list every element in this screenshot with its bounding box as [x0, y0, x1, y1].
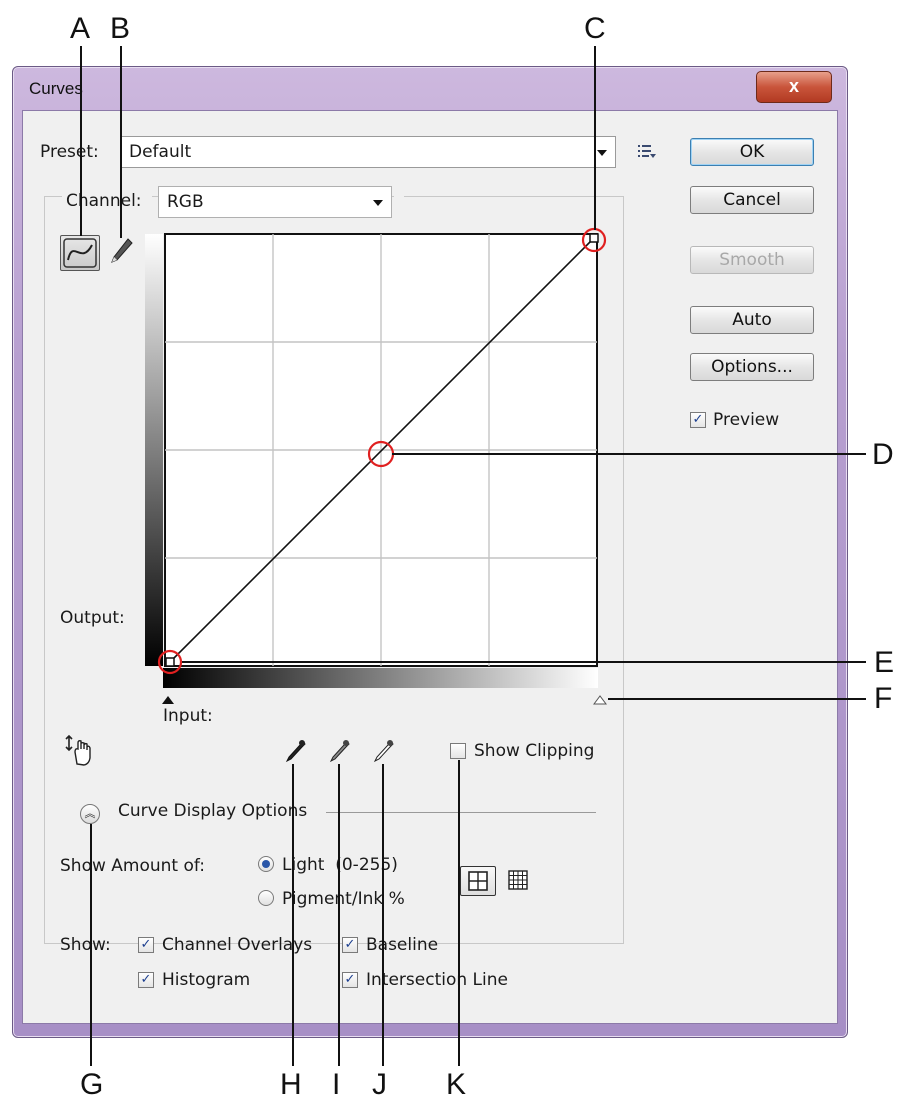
show-label: Show:: [60, 935, 111, 955]
preset-options-icon[interactable]: [636, 142, 658, 162]
leader-line-d: [392, 453, 866, 455]
leader-line-j: [382, 764, 384, 1066]
channel-overlays-label: Channel Overlays: [162, 935, 313, 955]
callout-e: E: [874, 646, 895, 679]
callout-k: K: [446, 1068, 467, 1101]
callout-d: D: [872, 438, 894, 471]
black-input-slider: [162, 696, 174, 704]
black-point-eyedropper-icon[interactable]: [282, 738, 308, 766]
on-image-adjustment-icon[interactable]: [64, 734, 96, 768]
callout-a: A: [70, 12, 91, 45]
histogram-checkbox[interactable]: ✓: [138, 972, 154, 988]
callout-b: B: [110, 12, 131, 45]
input-label: Input:: [163, 706, 213, 726]
white-point-eyedropper-icon[interactable]: [370, 738, 396, 766]
input-gradient-bar: [163, 668, 598, 688]
callout-i: I: [332, 1068, 341, 1101]
output-label: Output:: [60, 608, 125, 628]
callout-c: C: [584, 12, 606, 45]
baseline-label: Baseline: [366, 935, 439, 955]
detailed-grid-icon[interactable]: [506, 868, 530, 892]
histogram-label: Histogram: [162, 970, 251, 990]
preset-label: Preset:: [40, 142, 99, 162]
preview-checkbox[interactable]: ✓: [690, 412, 706, 428]
leader-line-h: [292, 764, 294, 1066]
output-gradient-bar: [145, 234, 163, 666]
show-clipping-checkbox[interactable]: [450, 743, 466, 759]
channel-label: Channel:: [66, 191, 142, 211]
show-clipping-label: Show Clipping: [474, 741, 595, 761]
collapse-chevron-icon[interactable]: ︽: [80, 804, 100, 824]
auto-button[interactable]: Auto: [690, 306, 814, 334]
leader-line-e: [182, 661, 866, 663]
preview-label: Preview: [713, 410, 780, 430]
callout-g: G: [80, 1068, 104, 1101]
leader-line-a: [80, 46, 82, 236]
section-divider: [326, 812, 596, 813]
pencil-tool-icon[interactable]: [108, 236, 134, 266]
options-button[interactable]: Options...: [690, 353, 814, 381]
callout-h: H: [280, 1068, 302, 1101]
smooth-button[interactable]: Smooth: [690, 246, 814, 274]
callout-j: J: [372, 1068, 387, 1101]
curve-display-options-title: Curve Display Options: [118, 801, 308, 821]
window-title: Curves: [29, 79, 83, 98]
channel-overlays-checkbox[interactable]: ✓: [138, 937, 154, 953]
baseline-checkbox[interactable]: ✓: [342, 937, 358, 953]
chevron-down-icon: [597, 150, 607, 156]
preset-dropdown[interactable]: Default: [120, 136, 616, 168]
white-input-slider: [593, 695, 607, 705]
simple-grid-icon[interactable]: [460, 866, 496, 896]
curve-point-tool-icon[interactable]: [60, 235, 100, 271]
leader-line-g: [90, 824, 92, 1066]
channel-value: RGB: [167, 192, 204, 212]
curve-graph[interactable]: [140, 226, 620, 716]
chevron-down-icon: [373, 200, 383, 206]
light-radio[interactable]: [258, 856, 274, 872]
close-button[interactable]: x: [756, 71, 832, 103]
leader-line-i: [338, 764, 340, 1066]
curve-endpoint-white: [589, 233, 599, 243]
gray-point-eyedropper-icon[interactable]: [326, 738, 352, 766]
pigment-radio-label: Pigment/Ink %: [282, 889, 405, 909]
callout-f: F: [874, 682, 893, 715]
leader-line-c: [594, 46, 596, 230]
pigment-radio[interactable]: [258, 890, 274, 906]
leader-line-b: [120, 46, 122, 238]
curve-endpoint-black: [165, 657, 175, 667]
groupbox-label-gap-right: [394, 188, 404, 204]
preset-value: Default: [129, 142, 192, 162]
leader-line-f: [608, 698, 866, 700]
show-amount-label: Show Amount of:: [60, 856, 205, 876]
intersection-line-checkbox[interactable]: ✓: [342, 972, 358, 988]
cancel-button[interactable]: Cancel: [690, 186, 814, 214]
channel-dropdown[interactable]: RGB: [158, 186, 392, 218]
intersection-line-label: Intersection Line: [366, 970, 508, 990]
leader-line-k: [458, 760, 460, 1066]
ok-button[interactable]: OK: [690, 138, 814, 166]
